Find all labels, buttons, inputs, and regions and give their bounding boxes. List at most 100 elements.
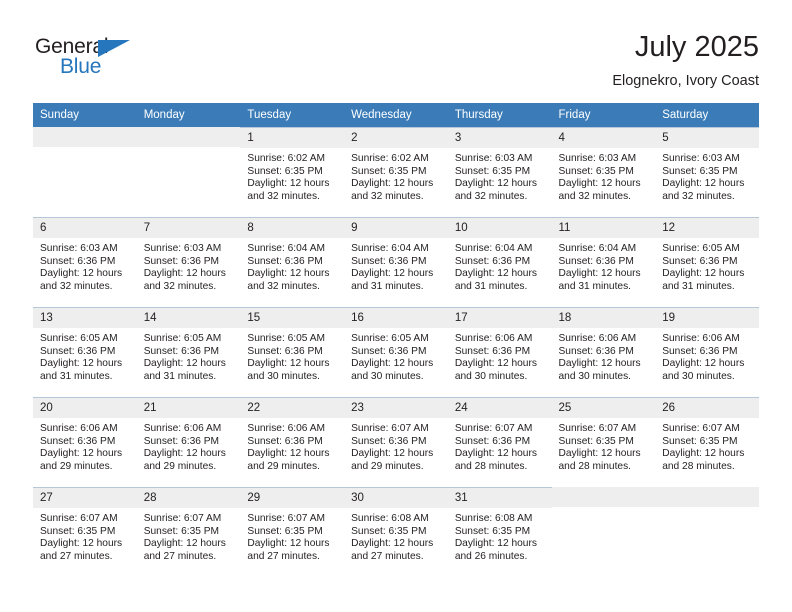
day-info: Sunrise: 6:03 AM Sunset: 6:35 PM Daylight:… (448, 148, 552, 203)
daylight-text-line1: Daylight: 12 hours (558, 448, 641, 460)
calendar-day-cell[interactable]: 11 Sunrise: 6:04 AM Sunset: 6:36 PM Dayligh… (551, 217, 656, 307)
sunrise-text: Sunrise: 6:04 AM (558, 243, 637, 254)
calendar-day-cell[interactable]: 1 Sunrise: 6:02 AM Sunset: 6:35 PM Daylight… (240, 127, 345, 217)
calendar-day-cell[interactable]: 7 Sunrise: 6:03 AM Sunset: 6:36 PM Daylight… (136, 217, 241, 307)
calendar-day-cell[interactable]: 8 Sunrise: 6:04 AM Sunset: 6:36 PM Daylight… (240, 217, 345, 307)
sunrise-text: Sunrise: 6:03 AM (143, 243, 222, 254)
calendar-header-row: Sunday Monday Tuesday Wednesday Thursday… (33, 103, 759, 127)
calendar-day-cell[interactable]: 22 Sunrise: 6:06 AM Sunset: 6:36 PM Dayligh… (240, 397, 345, 487)
daylight-text-line1: Daylight: 12 hours (143, 268, 226, 280)
sunset-text: Sunset: 6:35 PM (454, 165, 531, 177)
calendar-day-cell[interactable]: 24 Sunrise: 6:07 AM Sunset: 6:36 PM Dayligh… (447, 397, 552, 487)
calendar-day-cell[interactable]: 13 Sunrise: 6:05 AM Sunset: 6:36 PM Dayligh… (33, 307, 137, 397)
calendar-day-cell[interactable]: 12 Sunrise: 6:05 AM Sunset: 6:36 PM Dayligh… (655, 217, 759, 307)
daylight-text-line1: Daylight: 12 hours (143, 448, 226, 460)
sunrise-text: Sunrise: 6:08 AM (351, 513, 429, 524)
day-info: Sunrise: 6:07 AM Sunset: 6:35 PM Daylight:… (552, 418, 656, 473)
calendar-day-cell[interactable]: 10 Sunrise: 6:04 AM Sunset: 6:36 PM Dayligh… (447, 217, 552, 307)
day-cell-inner (33, 127, 137, 217)
calendar-day-cell[interactable]: 4 Sunrise: 6:03 AM Sunset: 6:35 PM Daylight… (551, 127, 656, 217)
sunrise-text: Sunrise: 6:07 AM (40, 513, 118, 524)
sunset-text: Sunset: 6:35 PM (351, 165, 427, 177)
day-cell-inner: 23 Sunrise: 6:07 AM Sunset: 6:36 PM Dayligh… (344, 397, 448, 487)
sunset-text: Sunset: 6:36 PM (454, 345, 531, 357)
day-cell-inner: 25 Sunrise: 6:07 AM Sunset: 6:35 PM Dayligh… (551, 397, 656, 487)
sunrise-text: Sunrise: 6:04 AM (454, 243, 533, 254)
daylight-text-line2: and 30 minutes. (662, 370, 735, 382)
calendar-day-cell[interactable]: 9 Sunrise: 6:04 AM Sunset: 6:36 PM Daylight… (344, 217, 448, 307)
day-info: Sunrise: 6:06 AM Sunset: 6:36 PM Daylight:… (655, 328, 759, 383)
day-number: 27 (33, 488, 137, 508)
calendar-day-cell[interactable]: 14 Sunrise: 6:05 AM Sunset: 6:36 PM Dayligh… (136, 307, 241, 397)
daylight-text-line1: Daylight: 12 hours (143, 358, 226, 370)
day-info: Sunrise: 6:06 AM Sunset: 6:36 PM Daylight:… (552, 328, 656, 383)
day-info: Sunrise: 6:07 AM Sunset: 6:36 PM Daylight:… (344, 418, 448, 473)
daylight-text-line1: Daylight: 12 hours (351, 538, 434, 550)
sunrise-text: Sunrise: 6:05 AM (662, 243, 740, 254)
calendar-day-cell[interactable]: 28 Sunrise: 6:07 AM Sunset: 6:35 PM Dayligh… (136, 487, 241, 577)
calendar-empty-cell (551, 487, 656, 577)
sunset-text: Sunset: 6:35 PM (454, 525, 531, 537)
day-number: 22 (240, 398, 345, 418)
calendar-day-cell[interactable]: 19 Sunrise: 6:06 AM Sunset: 6:36 PM Dayligh… (655, 307, 759, 397)
daylight-text-line1: Daylight: 12 hours (40, 448, 123, 460)
calendar-day-cell[interactable]: 3 Sunrise: 6:03 AM Sunset: 6:35 PM Daylight… (447, 127, 552, 217)
daylight-text-line2: and 31 minutes. (351, 280, 424, 292)
calendar-day-cell[interactable]: 2 Sunrise: 6:02 AM Sunset: 6:35 PM Daylight… (344, 127, 448, 217)
day-info: Sunrise: 6:03 AM Sunset: 6:36 PM Daylight:… (33, 238, 137, 293)
daylight-text-line1: Daylight: 12 hours (558, 268, 641, 280)
sunrise-sunset-calendar: Sunday Monday Tuesday Wednesday Thursday… (33, 103, 759, 577)
day-number: 23 (344, 398, 448, 418)
daylight-text-line2: and 29 minutes. (40, 460, 113, 472)
daylight-text-line2: and 32 minutes. (662, 190, 735, 202)
calendar-day-cell[interactable]: 6 Sunrise: 6:03 AM Sunset: 6:36 PM Daylight… (33, 217, 137, 307)
day-cell-inner: 16 Sunrise: 6:05 AM Sunset: 6:36 PM Dayligh… (344, 307, 448, 397)
day-cell-inner: 17 Sunrise: 6:06 AM Sunset: 6:36 PM Dayligh… (447, 307, 552, 397)
day-info: Sunrise: 6:05 AM Sunset: 6:36 PM Daylight:… (137, 328, 241, 383)
calendar-day-cell[interactable]: 27 Sunrise: 6:07 AM Sunset: 6:35 PM Dayligh… (33, 487, 137, 577)
calendar-day-cell[interactable]: 17 Sunrise: 6:06 AM Sunset: 6:36 PM Dayligh… (447, 307, 552, 397)
day-cell-inner (655, 487, 759, 577)
calendar-week-row: 20 Sunrise: 6:06 AM Sunset: 6:36 PM Dayligh… (33, 397, 759, 487)
calendar-day-cell[interactable]: 23 Sunrise: 6:07 AM Sunset: 6:36 PM Dayligh… (344, 397, 448, 487)
sunrise-text: Sunrise: 6:03 AM (662, 153, 740, 164)
daylight-text-line1: Daylight: 12 hours (558, 358, 641, 370)
calendar-day-cell[interactable]: 26 Sunrise: 6:07 AM Sunset: 6:35 PM Dayligh… (655, 397, 759, 487)
sunset-text: Sunset: 6:35 PM (143, 525, 220, 537)
calendar-day-cell[interactable]: 30 Sunrise: 6:08 AM Sunset: 6:35 PM Dayligh… (344, 487, 448, 577)
sunrise-text: Sunrise: 6:06 AM (454, 333, 533, 344)
day-number: 19 (655, 308, 759, 328)
calendar-day-cell[interactable]: 16 Sunrise: 6:05 AM Sunset: 6:36 PM Dayligh… (344, 307, 448, 397)
daylight-text-line1: Daylight: 12 hours (247, 448, 330, 460)
calendar-body: 1 Sunrise: 6:02 AM Sunset: 6:35 PM Daylight… (33, 127, 759, 577)
daylight-text-line2: and 31 minutes. (143, 370, 217, 382)
day-number: 5 (655, 128, 759, 148)
calendar-day-cell[interactable]: 29 Sunrise: 6:07 AM Sunset: 6:35 PM Dayligh… (240, 487, 345, 577)
calendar-day-cell[interactable]: 5 Sunrise: 6:03 AM Sunset: 6:35 PM Daylight… (655, 127, 759, 217)
calendar-day-cell[interactable]: 21 Sunrise: 6:06 AM Sunset: 6:36 PM Dayligh… (136, 397, 241, 487)
sunrise-text: Sunrise: 6:07 AM (662, 423, 740, 434)
day-number: 28 (136, 488, 241, 508)
daylight-text-line1: Daylight: 12 hours (143, 538, 226, 550)
sunrise-text: Sunrise: 6:05 AM (247, 333, 325, 344)
day-number: 2 (344, 128, 448, 148)
sunset-text: Sunset: 6:35 PM (662, 435, 738, 447)
sunset-text: Sunset: 6:36 PM (143, 345, 220, 357)
sunset-text: Sunset: 6:36 PM (662, 345, 738, 357)
calendar-day-cell[interactable]: 18 Sunrise: 6:06 AM Sunset: 6:36 PM Dayligh… (551, 307, 656, 397)
calendar-day-cell[interactable]: 31 Sunrise: 6:08 AM Sunset: 6:35 PM Dayligh… (447, 487, 552, 577)
daylight-text-line2: and 32 minutes. (351, 190, 424, 202)
weekday-header-friday: Friday (551, 103, 656, 127)
day-number: 26 (655, 398, 759, 418)
weekday-header-monday: Monday (136, 103, 241, 127)
calendar-day-cell[interactable]: 20 Sunrise: 6:06 AM Sunset: 6:36 PM Dayligh… (33, 397, 137, 487)
sunrise-text: Sunrise: 6:02 AM (351, 153, 429, 164)
day-number: 3 (447, 128, 552, 148)
day-number: 20 (33, 398, 137, 418)
sunset-text: Sunset: 6:35 PM (558, 435, 634, 447)
calendar-week-row: 6 Sunrise: 6:03 AM Sunset: 6:36 PM Daylight… (33, 217, 759, 307)
calendar-day-cell[interactable]: 25 Sunrise: 6:07 AM Sunset: 6:35 PM Dayligh… (551, 397, 656, 487)
calendar-day-cell[interactable]: 15 Sunrise: 6:05 AM Sunset: 6:36 PM Dayligh… (240, 307, 345, 397)
daylight-text-line2: and 32 minutes. (558, 190, 632, 202)
weekday-header-tuesday: Tuesday (240, 103, 345, 127)
